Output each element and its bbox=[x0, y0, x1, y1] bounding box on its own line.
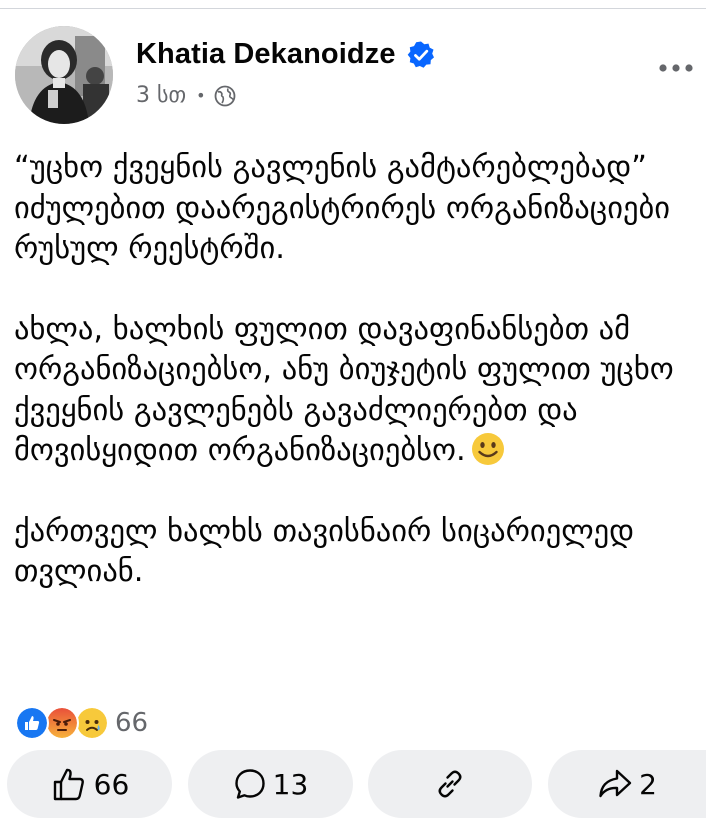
thumbs-up-icon bbox=[53, 768, 84, 801]
top-divider bbox=[0, 8, 706, 9]
post-paragraph: ქართველ ხალხს თავისნაირ სიცარიელედ თვლია… bbox=[14, 513, 635, 590]
reaction-count: 66 bbox=[115, 708, 149, 738]
sad-reaction-icon bbox=[75, 706, 109, 740]
post-text: “უცხო ქვეყნის გავლენის გამტარებლებად” იძ… bbox=[14, 148, 694, 593]
comment-button[interactable]: 13 bbox=[188, 750, 353, 818]
globe-icon bbox=[214, 85, 235, 106]
post-paragraph: ახლა, ხალხის ფულით დავაფინანსებთ ამ ორგა… bbox=[14, 310, 694, 472]
meta-separator: • bbox=[196, 86, 206, 105]
comment-count: 13 bbox=[272, 767, 309, 801]
like-count: 66 bbox=[93, 767, 130, 801]
post-meta: 3 სთ • bbox=[136, 83, 236, 108]
link-icon bbox=[438, 770, 462, 798]
post-paragraph-text: ახლა, ხალხის ფულით დავაფინანსებთ ამ ორგა… bbox=[14, 311, 674, 469]
smile-emoji-icon bbox=[471, 432, 504, 465]
post-paragraph: “უცხო ქვეყნის გავლენის გამტარებლებად” იძ… bbox=[14, 150, 671, 266]
verified-badge-icon bbox=[407, 41, 434, 68]
author-name[interactable]: Khatia Dekanoidze bbox=[136, 38, 396, 71]
like-button[interactable]: 66 bbox=[7, 750, 172, 818]
post-time[interactable]: 3 სთ bbox=[136, 83, 186, 108]
author-avatar[interactable] bbox=[15, 26, 113, 124]
share-icon bbox=[599, 769, 632, 798]
share-count: 2 bbox=[639, 767, 657, 801]
action-bar: 66 13 2 bbox=[0, 750, 706, 818]
more-options-icon[interactable] bbox=[656, 56, 696, 80]
author-row: Khatia Dekanoidze bbox=[136, 38, 436, 71]
angry-reaction-icon bbox=[45, 706, 79, 740]
share-button[interactable]: 2 bbox=[548, 750, 706, 818]
copy-link-button[interactable] bbox=[368, 750, 532, 818]
reactions-summary[interactable]: 66 bbox=[15, 706, 148, 740]
like-reaction-icon bbox=[15, 706, 49, 740]
comment-icon bbox=[234, 769, 265, 799]
